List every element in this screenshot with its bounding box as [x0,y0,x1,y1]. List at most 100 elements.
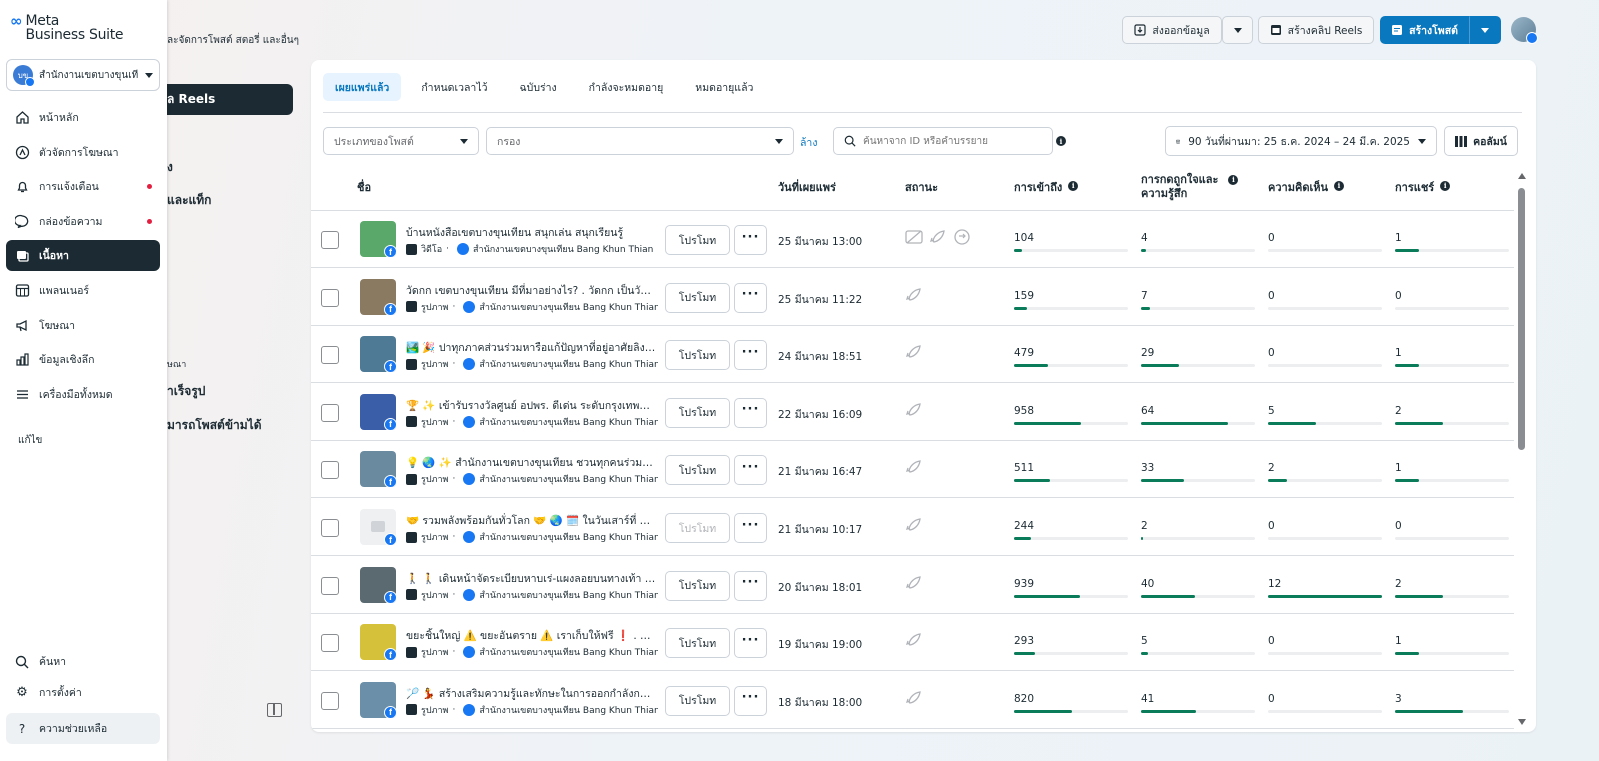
column-header-published[interactable]: วันที่เผยแพร่ [778,181,836,195]
post-thumbnail[interactable]: f [360,278,396,315]
row-checkbox[interactable] [321,403,339,422]
row-checkbox[interactable] [321,346,339,365]
collapse-panel-icon[interactable] [267,703,282,717]
row-checkbox[interactable] [321,231,339,249]
column-header-name[interactable]: ชื่อ [357,181,371,195]
post-type-select[interactable]: ประเภทของโพสต์ [323,127,479,155]
column-header-reach[interactable]: การเข้าถึง i [1014,181,1079,195]
table-row[interactable]: f 🏸 💃 สร้างเสริมความรู้และทักษะในการออกกำ… [311,672,1514,729]
post-title[interactable]: 🤝 รวมพลังพร้อมกันทั่วโลก 🤝 🌏 🗓️ ในวันเสา… [406,512,656,529]
table-row[interactable]: f 🤝 รวมพลังพร้อมกันทั่วโลก 🤝 🌏 🗓️ ในวันเส… [311,499,1514,556]
scroll-down-arrow-icon[interactable] [1518,719,1526,725]
post-title[interactable]: ขยะชิ้นใหญ่ ⚠️ ขยะอันตราย ⚠️ เราเก็บให้ฟ… [406,627,656,644]
create-post-options-dropdown[interactable] [1469,16,1501,44]
promote-button[interactable]: โปรโมท [665,397,730,428]
row-checkbox[interactable] [321,288,339,307]
sidebar-item-calendar[interactable]: แพลนเนอร์ [6,275,160,306]
menu-fragment[interactable]: ง [167,158,173,177]
promote-button[interactable]: โปรโมท [665,455,730,486]
sidebar-item-help[interactable]: ? ความช่วยเหลือ [6,713,160,744]
table-row[interactable]: f วัดกก เขตบางขุนเทียน มีที่มาอย่างไร? . … [311,269,1514,326]
create-post-button[interactable]: สร้างโพสต์ [1380,16,1469,44]
promote-button[interactable]: โปรโมท [665,628,730,659]
post-thumbnail[interactable]: f [360,624,396,661]
promote-button[interactable]: โปรโมท [665,685,730,716]
post-title[interactable]: 🏆 ✨ เข้ารับรางวัลศูนย์ อปพร. ดีเด่น ระดั… [406,397,656,414]
more-options-button[interactable]: ··· [734,340,767,371]
post-thumbnail[interactable]: f [360,681,396,718]
tab-0[interactable]: เผยแพร่แล้ว [323,73,402,101]
edit-nav-link[interactable]: แก้ไข [6,425,160,456]
date-range-picker[interactable]: 90 วันที่ผ่านมา: 25 ธ.ค. 2024 – 24 มี.ค.… [1165,126,1437,156]
filter-select[interactable]: กรอง [486,127,794,155]
post-title[interactable]: วัดกก เขตบางขุนเทียน มีที่มาอย่างไร? . ว… [406,282,656,299]
post-title[interactable]: บ้านหนังสือเขตบางขุนเทียน สนุกเล่น สนุกเ… [406,224,656,241]
row-checkbox[interactable] [321,461,339,480]
info-icon[interactable]: i [1440,181,1451,191]
menu-fragment[interactable]: าเร็จรูป [167,382,205,401]
post-thumbnail[interactable]: f [360,336,396,373]
more-options-button[interactable]: ··· [734,513,767,543]
sidebar-item-menu[interactable]: เครื่องมือทั้งหมด [6,379,160,410]
scroll-up-arrow-icon[interactable] [1518,173,1526,179]
promote-button[interactable]: โปรโมท [665,570,730,601]
sidebar-item-ads-manager[interactable]: ตัวจัดการโฆษณา [6,137,160,168]
table-scrollbar[interactable] [1518,173,1526,725]
more-options-button[interactable]: ··· [734,455,767,486]
tab-1[interactable]: กำหนดเวลาไว้ [409,73,499,101]
info-icon[interactable]: i [1056,136,1066,146]
more-options-button[interactable]: ··· [734,685,767,716]
search-input[interactable] [863,135,1043,147]
post-title[interactable]: 🏞️ 🎉 ปาทุกภาคส่วนร่วมหารือแก้ปัญหาที่อยู… [406,339,656,356]
promote-button[interactable]: โปรโมท [665,513,730,543]
post-title[interactable]: 🏸 💃 สร้างเสริมความรู้และทักษะในการออกกำล… [406,685,656,702]
menu-fragment[interactable]: และแท็ก [167,191,211,210]
table-row[interactable]: f 💡 🌏 ✨ สำนักงานเขตบางขุนเทียน ชวนทุกคนร่… [311,441,1514,499]
column-header-comments[interactable]: ความคิดเห็น i [1268,181,1344,195]
sidebar-item-megaphone[interactable]: โฆษณา [6,310,160,341]
table-row[interactable]: f บ้านหนังสือเขตบางขุนเทียน สนุกเล่น สนุก… [311,211,1514,268]
column-header-reactions[interactable]: การกดถูกใจและ ความรู้สึก i [1141,173,1239,201]
scrollbar-thumb[interactable] [1518,188,1525,450]
sidebar-item-search[interactable]: ค้นหา [6,646,160,677]
menu-fragment[interactable]: มารถโพสต์ข้ามได้ [167,416,262,435]
tab-3[interactable]: กำลังจะหมดอายุ [577,73,676,101]
column-header-shares[interactable]: การแชร์ i [1395,181,1451,195]
post-thumbnail[interactable]: f [360,221,396,257]
clear-filters-link[interactable]: ล้าง [800,134,817,151]
column-header-status[interactable]: สถานะ [905,181,938,195]
info-icon[interactable]: i [1334,181,1344,191]
post-thumbnail[interactable]: f [360,509,396,545]
sidebar-item-content[interactable]: เนื้อหา [6,240,160,272]
more-options-button[interactable]: ··· [734,570,767,601]
post-title[interactable]: 🚶 🚶 เดินหน้าจัดระเบียบหาบเร่-แผงลอยบนทาง… [406,570,656,587]
reels-menu-item[interactable]: ล Reels [150,84,293,115]
promote-button[interactable]: โปรโมท [665,340,730,371]
more-options-button[interactable]: ··· [734,282,767,313]
table-row[interactable]: f 🚶 🚶 เดินหน้าจัดระเบียบหาบเร่-แผงลอยบนทา… [311,557,1514,614]
profile-avatar[interactable] [1511,17,1538,44]
sidebar-item-bell[interactable]: การแจ้งเตือน [6,171,160,202]
info-icon[interactable]: i [1068,181,1079,191]
account-switcher[interactable]: บข สำนักงานเขตบางขุนเทียน [6,59,160,91]
row-checkbox[interactable] [321,634,339,653]
post-thumbnail[interactable]: f [360,566,396,603]
tab-2[interactable]: ฉบับร่าง [508,73,569,101]
export-data-button[interactable]: ส่งออกข้อมูล [1122,16,1222,44]
table-row[interactable]: f ขยะชิ้นใหญ่ ⚠️ ขยะอันตราย ⚠️ เราเก็บให้… [311,614,1514,672]
table-row[interactable]: f 🏆 ✨ เข้ารับรางวัลศูนย์ อปพร. ดีเด่น ระด… [311,384,1514,441]
more-options-button[interactable]: ··· [734,225,767,255]
columns-button[interactable]: คอลัมน์ [1444,126,1518,156]
meta-logo[interactable]: ∞ Meta Business Suite [10,14,124,43]
more-options-button[interactable]: ··· [734,397,767,428]
sidebar-item-settings[interactable]: ⚙ การตั้งค่า [6,677,160,708]
sidebar-item-home[interactable]: หน้าหลัก [6,102,160,133]
tab-4[interactable]: หมดอายุแล้ว [683,73,765,101]
row-checkbox[interactable] [321,519,339,537]
search-box[interactable] [833,127,1053,155]
create-reel-button[interactable]: สร้างคลิป Reels [1258,16,1374,44]
export-options-dropdown[interactable] [1222,16,1253,44]
post-thumbnail[interactable]: f [360,393,396,430]
promote-button[interactable]: โปรโมท [665,225,730,255]
table-row[interactable]: f 🏞️ 🎉 ปาทุกภาคส่วนร่วมหารือแก้ปัญหาที่อย… [311,326,1514,384]
